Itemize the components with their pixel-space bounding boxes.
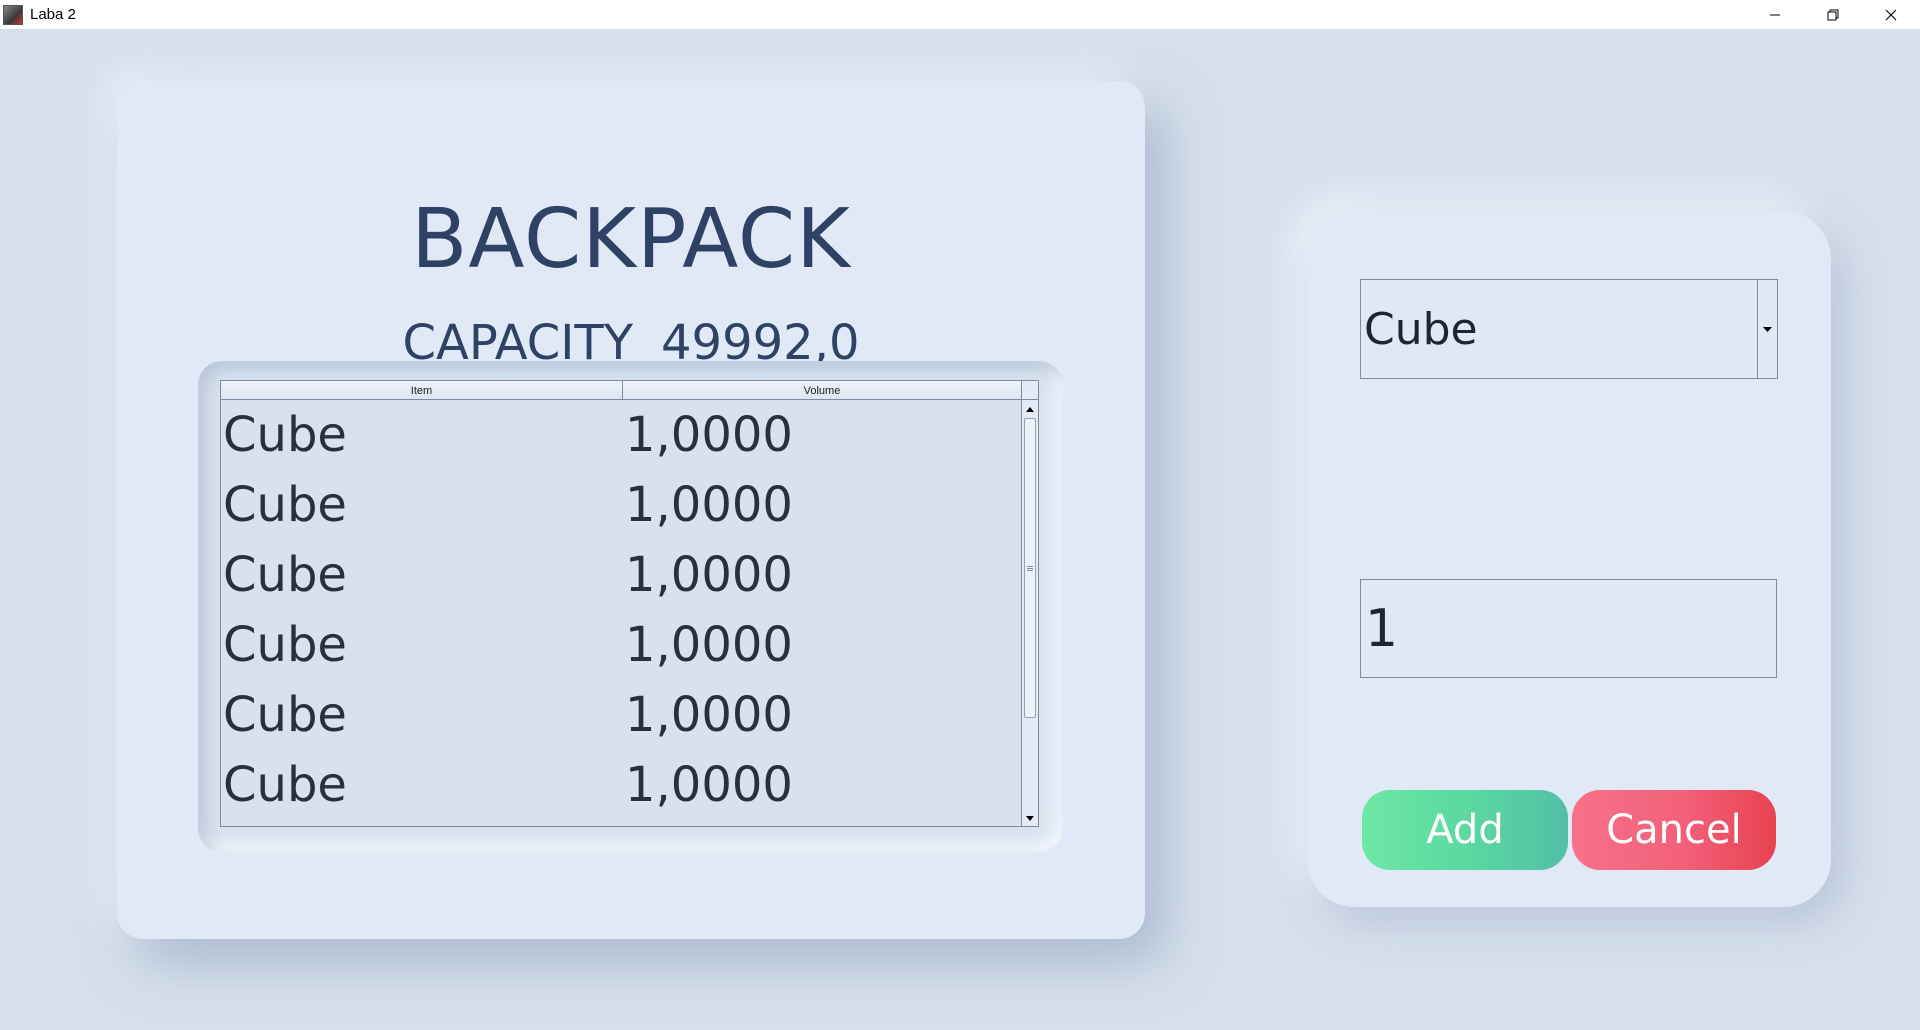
cell-volume: 1,0000 [625,547,793,603]
scrollbar-thumb[interactable] [1024,418,1036,718]
column-header-item[interactable]: Item [221,381,623,400]
cell-item: Cube [223,547,347,603]
cell-item: Cube [223,687,347,743]
restore-icon [1827,9,1839,20]
window-title: Laba 2 [30,6,76,23]
capacity-label: CAPACITY [402,315,634,371]
title-bar: Laba 2 [0,0,1920,29]
grip-icon [1027,565,1033,571]
cell-volume: 1,0000 [625,757,793,813]
quantity-input[interactable]: 1 [1360,579,1777,678]
cell-volume: 1,0000 [625,407,793,463]
table-row[interactable]: Cube 1,0000 [221,470,1021,540]
arrow-up-icon [1026,406,1034,412]
minimize-button[interactable] [1746,0,1804,29]
cancel-button[interactable]: Cancel [1572,790,1776,870]
capacity-line: CAPACITY 49992,0 [117,319,1145,367]
cell-item: Cube [223,757,347,813]
column-header-volume[interactable]: Volume [623,381,1021,400]
close-icon [1885,9,1897,20]
add-button[interactable]: Add [1362,790,1568,870]
close-button[interactable] [1862,0,1920,29]
scrollbar-corner [1022,381,1038,400]
vertical-scrollbar[interactable] [1021,381,1038,826]
table-row[interactable]: Cube 1,0000 [221,540,1021,610]
table-row[interactable]: Cube 1,0000 [221,680,1021,750]
scroll-down-button[interactable] [1022,810,1038,826]
cell-item: Cube [223,407,347,463]
cell-volume: 1,0000 [625,617,793,673]
app-icon [3,4,23,25]
table-header: Item Volume [221,381,1021,400]
scroll-up-button[interactable] [1022,401,1038,417]
cell-volume: 1,0000 [625,477,793,533]
chevron-down-icon [1763,326,1772,332]
minimize-icon [1770,14,1780,15]
items-table[interactable]: Item Volume Cube 1,0000 Cube 1,0000 Cube… [220,380,1039,827]
table-row[interactable]: Cube 1,0000 [221,610,1021,680]
shape-select[interactable]: Cube [1360,279,1778,379]
cell-item: Cube [223,617,347,673]
table-row[interactable]: Cube 1,0000 [221,750,1021,820]
capacity-value: 49992,0 [661,315,860,371]
table-body: Cube 1,0000 Cube 1,0000 Cube 1,0000 Cube… [221,400,1021,820]
page-title: BACKPACK [411,192,851,287]
cell-item: Cube [223,477,347,533]
arrow-down-icon [1026,815,1034,821]
restore-button[interactable] [1804,0,1862,29]
shape-select-value: Cube [1364,303,1478,355]
table-row[interactable]: Cube 1,0000 [221,400,1021,470]
cell-volume: 1,0000 [625,687,793,743]
dropdown-arrow[interactable] [1757,280,1777,378]
window-controls [1746,0,1920,29]
